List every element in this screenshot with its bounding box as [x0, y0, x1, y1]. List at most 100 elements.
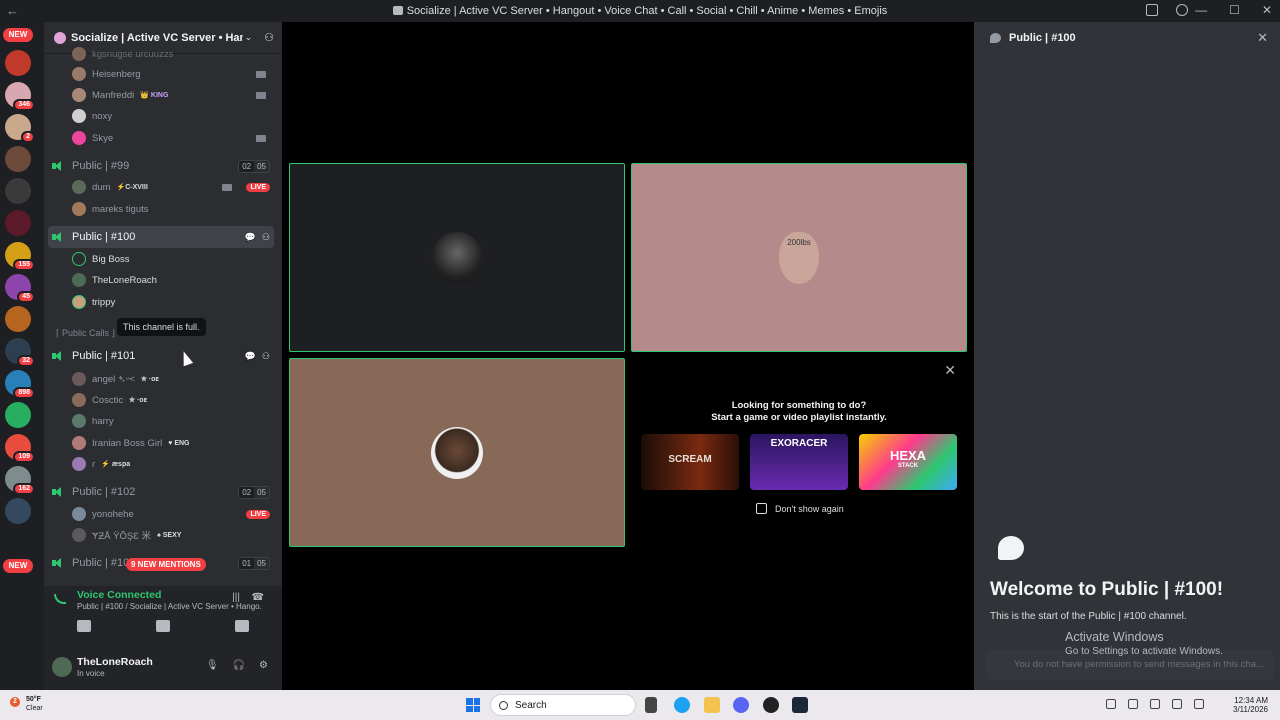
- headphones-icon[interactable]: 🎧: [233, 660, 245, 671]
- server-icon[interactable]: 45: [5, 274, 35, 303]
- invite-icon[interactable]: ⚇: [262, 232, 270, 243]
- voice-user[interactable]: TheLoneRoach: [72, 270, 274, 290]
- server-icon[interactable]: [5, 498, 31, 524]
- steam-icon[interactable]: [792, 697, 808, 713]
- user-limit: 01 05: [238, 556, 270, 570]
- voice-user[interactable]: noxy: [72, 106, 274, 126]
- server-icon[interactable]: 109: [5, 434, 35, 463]
- voice-user[interactable]: Skye: [72, 128, 274, 148]
- signal-icon[interactable]: [54, 594, 66, 604]
- voice-channel-99[interactable]: Public | #99 02 05: [48, 155, 274, 177]
- minimize-icon[interactable]: —: [1195, 3, 1207, 17]
- title-bar: ← Socialize | Active VC Server • Hangout…: [0, 0, 1280, 22]
- game-card-exoracer[interactable]: EXORACER: [750, 434, 848, 490]
- server-icon[interactable]: [5, 402, 31, 428]
- file-explorer-icon[interactable]: [704, 697, 720, 713]
- settings-gear-icon[interactable]: ⚙: [259, 660, 268, 671]
- game-card-hexa[interactable]: HEXA STACK: [859, 434, 957, 490]
- server-icon[interactable]: 162: [5, 466, 35, 495]
- server-icon[interactable]: [5, 178, 31, 204]
- invite-icon[interactable]: ⚇: [262, 351, 270, 362]
- voice-channel-path[interactable]: Public | #100 / Socialize | Active VC Se…: [77, 602, 262, 611]
- volume-icon[interactable]: [1172, 699, 1182, 709]
- temperature: 50°F: [26, 696, 41, 703]
- discord-icon[interactable]: [733, 697, 749, 713]
- video-tile-1[interactable]: [289, 163, 625, 352]
- video-tile-2[interactable]: 200lbs: [631, 163, 967, 352]
- voice-user[interactable]: trippy: [72, 292, 274, 312]
- avatar: [72, 67, 86, 81]
- screen-share-icon[interactable]: [155, 620, 170, 632]
- user-name[interactable]: TheLoneRoach: [77, 656, 153, 668]
- camera-off-icon[interactable]: [76, 620, 91, 632]
- server-icon[interactable]: 346: [5, 82, 35, 111]
- voice-channel-101[interactable]: Public | #101 💬 ⚇: [48, 345, 274, 367]
- activities-icon[interactable]: [235, 620, 250, 632]
- voice-user[interactable]: ɾ ⚡ æspa: [72, 454, 274, 474]
- username: Manfreddi: [92, 89, 135, 101]
- server-icon[interactable]: 898: [5, 370, 35, 399]
- video-tile-3[interactable]: [289, 358, 625, 547]
- weather-badge: 2: [13, 698, 17, 705]
- voice-user[interactable]: kgsnugse urcuuzzs: [72, 44, 274, 64]
- game-card-scream[interactable]: SCREAM: [641, 434, 739, 490]
- voice-user[interactable]: Heisenberg: [72, 64, 274, 84]
- battery-icon[interactable]: [1194, 699, 1204, 709]
- server-icon[interactable]: [5, 210, 31, 236]
- search-label: Search: [515, 700, 547, 711]
- disconnect-icon[interactable]: ☎: [252, 592, 264, 603]
- voice-user[interactable]: yonohehe LIVE: [72, 504, 274, 524]
- server-icon[interactable]: 155: [5, 242, 35, 271]
- checkbox[interactable]: [756, 503, 767, 514]
- close-icon[interactable]: ✕: [944, 362, 956, 379]
- close-chat-icon[interactable]: ✕: [1257, 30, 1268, 46]
- task-view-icon[interactable]: [645, 697, 657, 713]
- maximize-icon[interactable]: ☐: [1229, 3, 1240, 17]
- server-icon[interactable]: [5, 306, 31, 332]
- chat-icon[interactable]: 💬: [245, 351, 256, 362]
- dont-show-again[interactable]: Don't show again: [756, 503, 844, 514]
- user-limit: 02 05: [238, 159, 270, 173]
- inbox-icon[interactable]: [1146, 4, 1158, 16]
- wifi-icon[interactable]: [1150, 699, 1160, 709]
- window-title: Socialize | Active VC Server • Hangout •…: [0, 5, 1280, 17]
- taskbar-search[interactable]: Search: [490, 694, 636, 716]
- chevron-up-icon[interactable]: [1106, 699, 1116, 709]
- microphone-icon[interactable]: 🎙: [206, 660, 219, 671]
- username: Iranian Boss Girl: [92, 437, 163, 449]
- app-icon[interactable]: [763, 697, 779, 713]
- voice-user[interactable]: harry: [72, 411, 274, 431]
- server-icon[interactable]: 32: [5, 338, 35, 367]
- voice-user[interactable]: Manfreddi 👑 KING: [72, 85, 274, 105]
- edge-icon[interactable]: [674, 697, 690, 713]
- server-icon[interactable]: [5, 50, 31, 76]
- new-badge-bottom[interactable]: NEW: [3, 559, 33, 573]
- server-icon[interactable]: [5, 146, 31, 172]
- unread-badge: 155: [13, 259, 35, 271]
- help-icon[interactable]: [1176, 4, 1188, 16]
- chat-icon[interactable]: 💬: [245, 232, 256, 243]
- voice-user[interactable]: mareks tiguts: [72, 199, 274, 219]
- noise-suppression-icon[interactable]: |||: [232, 592, 240, 603]
- close-window-icon[interactable]: ✕: [1262, 3, 1272, 17]
- avatar[interactable]: [52, 657, 72, 677]
- voice-user[interactable]: Iranian Boss Girl ♥ ENG: [72, 433, 274, 453]
- voice-channel-100[interactable]: Public | #100 💬 ⚇: [48, 226, 274, 248]
- new-badge-top[interactable]: NEW: [3, 28, 33, 42]
- username: ɎƵÅ ŸÕŞƐ 米: [92, 531, 152, 542]
- weather-widget[interactable]: 50°F Clear 2: [10, 695, 43, 713]
- new-mentions-badge[interactable]: 9 NEW MENTIONS: [126, 558, 206, 571]
- server-icon[interactable]: 2: [5, 114, 35, 143]
- username: harry: [92, 415, 114, 427]
- voice-status[interactable]: Voice Connected: [77, 589, 161, 601]
- clock[interactable]: 12:34 AM 3/11/2026: [1233, 696, 1268, 714]
- voice-user[interactable]: ɎƵÅ ŸÕŞƐ 米 ♠ SEXY: [72, 525, 274, 545]
- microphone-icon[interactable]: [1128, 699, 1138, 709]
- voice-user[interactable]: Big Boss: [72, 249, 274, 269]
- voice-channel-102[interactable]: Public | #102 02 05: [48, 481, 274, 503]
- start-button[interactable]: [466, 698, 480, 712]
- voice-user[interactable]: dum ⚡C-XVIII LIVE: [72, 177, 274, 197]
- voice-user[interactable]: Cosctic ✮ ·ᴏᴇ: [72, 390, 274, 410]
- voice-user[interactable]: angel ➴ᵕ< ✮ ·ᴏᴇ: [72, 369, 274, 389]
- username: Cosctic: [92, 394, 124, 406]
